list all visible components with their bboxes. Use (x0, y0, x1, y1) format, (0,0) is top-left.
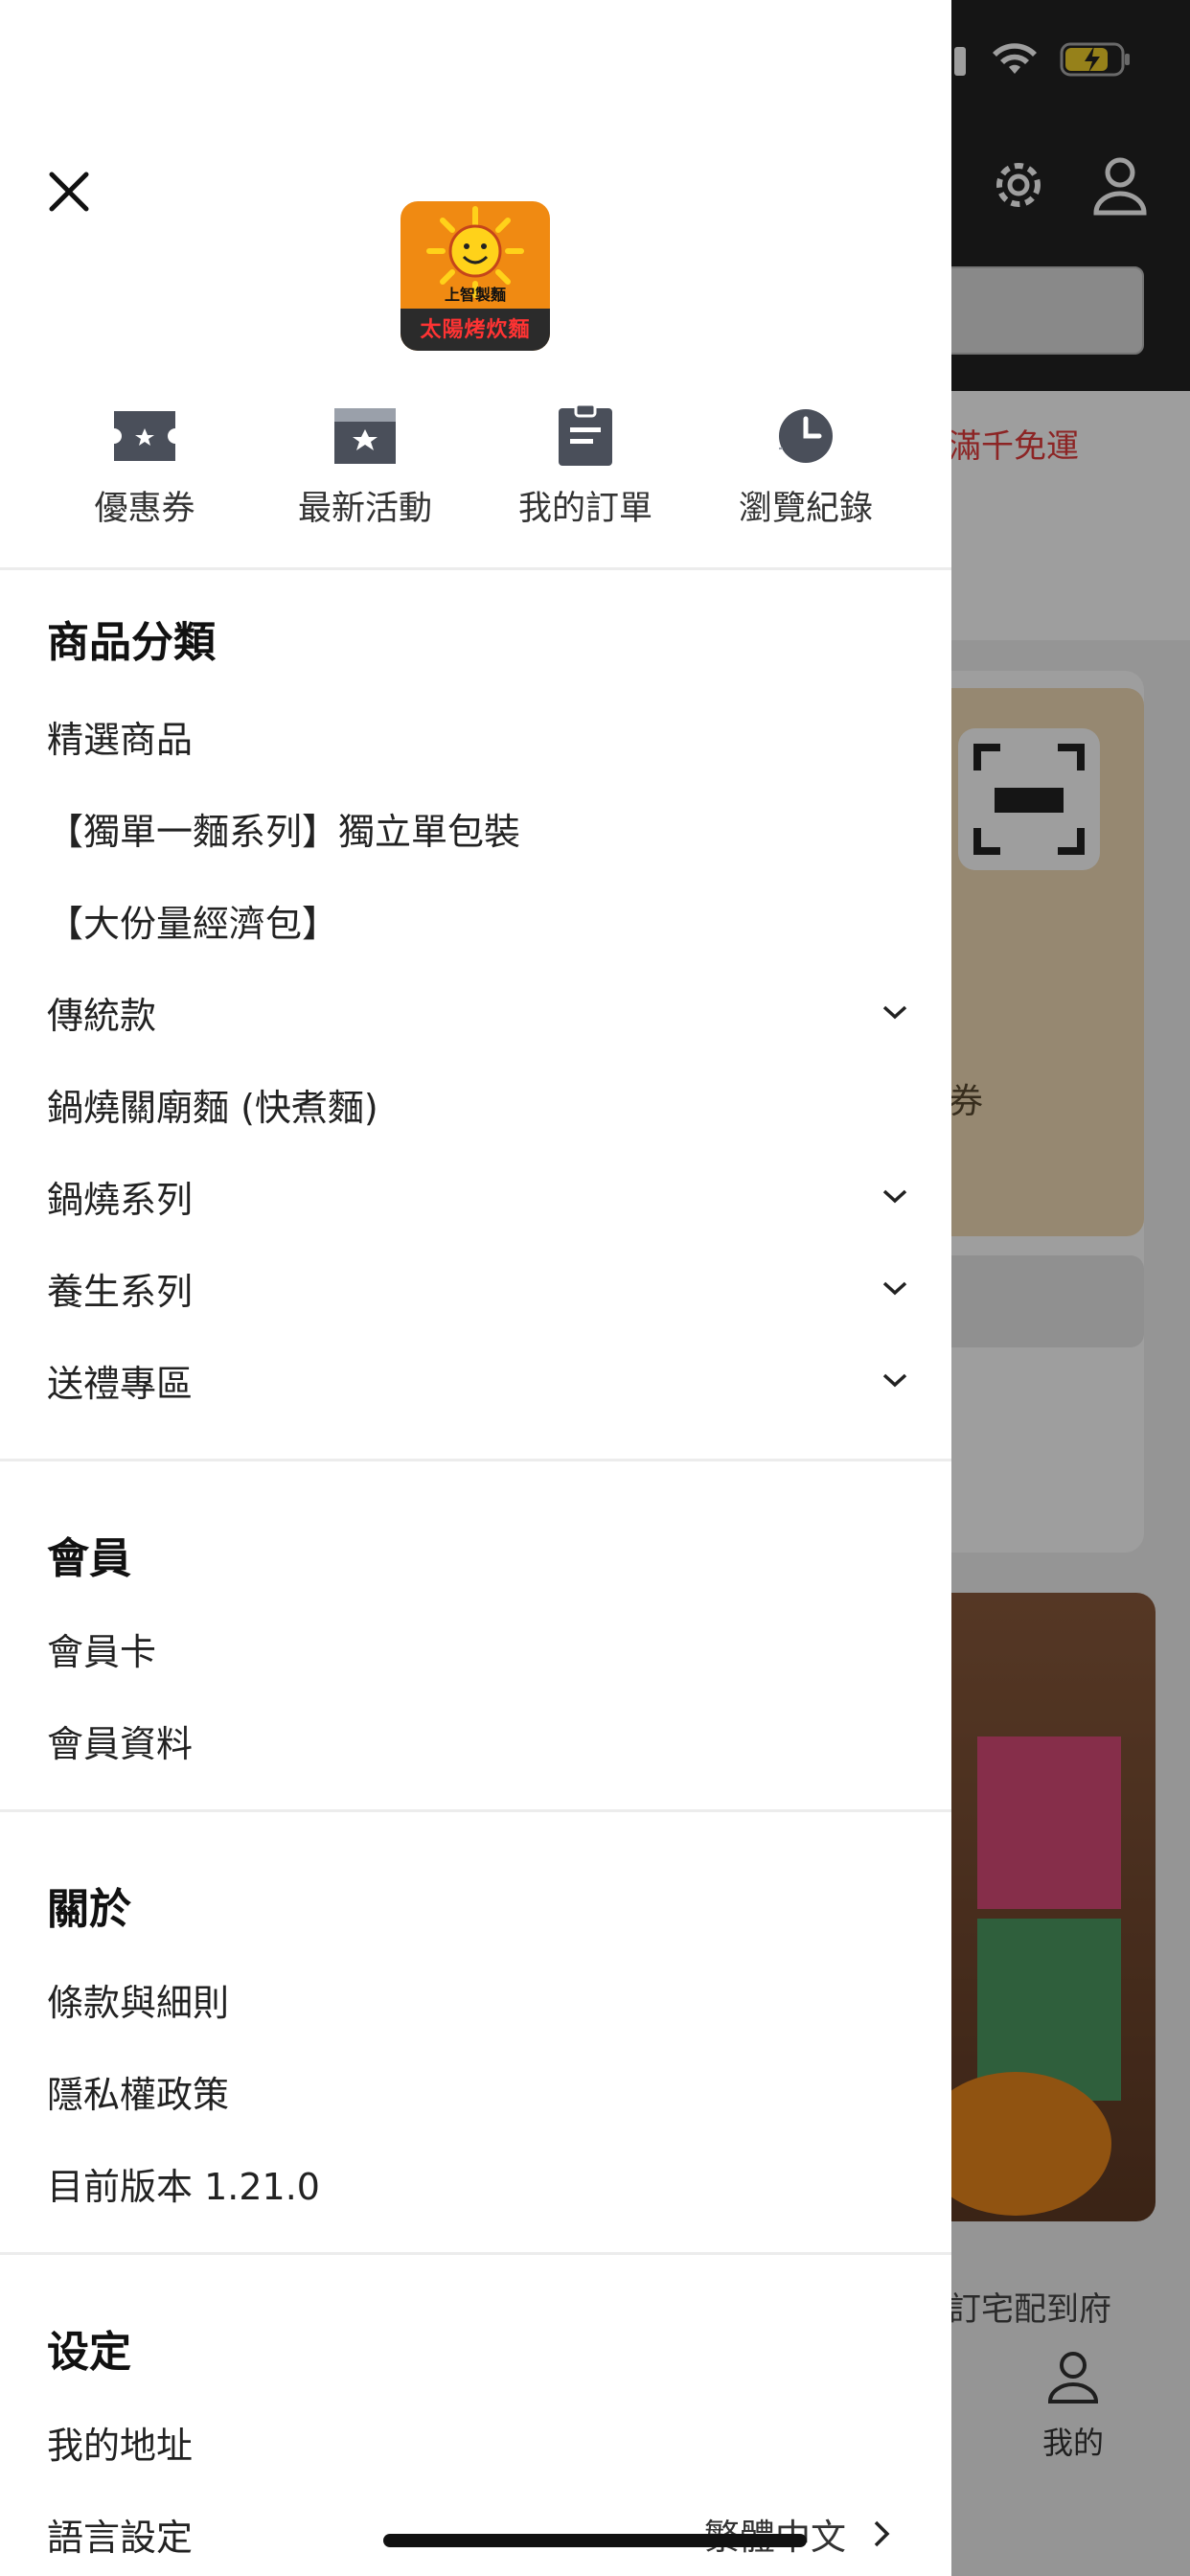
chevron-right-icon (874, 2520, 890, 2547)
quick-action-orders[interactable]: 我的訂單 (475, 402, 696, 537)
menu-item-member-card[interactable]: 會員卡 (0, 1602, 951, 1694)
chevron-down-icon (882, 1005, 907, 1020)
divider (0, 1809, 951, 1812)
quick-action-label: 最新活動 (297, 490, 432, 528)
quick-action-label: 我的訂單 (517, 490, 652, 528)
menu-item-pot-series[interactable]: 鍋燒系列 (0, 1150, 951, 1242)
quick-action-coupons[interactable]: 優惠券 (34, 402, 255, 537)
menu-item-label: 鍋燒系列 (47, 1178, 194, 1221)
menu-item-label: 【獨單一麵系列】獨立單包裝 (47, 810, 521, 853)
menu-item-label: 語言設定 (47, 2516, 194, 2559)
logo-top-text: 上智製麵 (444, 286, 506, 304)
logo-bottom-text: 太陽烤炊麵 (420, 318, 531, 342)
home-indicator[interactable] (383, 2534, 807, 2547)
quick-action-events[interactable]: 最新活動 (255, 402, 475, 537)
section-title-member: 會員 (47, 1534, 131, 1583)
menu-item-member-profile[interactable]: 會員資料 (0, 1694, 951, 1786)
menu-item-label: 精選商品 (47, 718, 194, 761)
divider (0, 1459, 951, 1461)
menu-item-label: 我的地址 (47, 2424, 194, 2467)
close-icon (49, 172, 89, 212)
menu-item-gift-zone[interactable]: 送禮專區 (0, 1334, 951, 1426)
star-tag-icon (332, 402, 399, 470)
menu-item-label: 【大份量經濟包】 (47, 902, 339, 945)
menu-item-single-pack[interactable]: 【獨單一麵系列】獨立單包裝 (0, 782, 951, 874)
menu-item-label: 鍋燒關廟麵 (快煮麵) (47, 1086, 378, 1129)
divider (0, 2252, 951, 2255)
section-title-settings: 设定 (47, 2328, 131, 2377)
brand-logo: 上智製麵 太陽烤炊麵 (400, 201, 550, 351)
menu-item-privacy[interactable]: 隱私權政策 (0, 2045, 951, 2137)
menu-item-label: 隱私權政策 (47, 2073, 230, 2116)
quick-action-history[interactable]: 瀏覽紀錄 (696, 402, 916, 537)
menu-item-terms[interactable]: 條款與細則 (0, 1953, 951, 2045)
chevron-down-icon (882, 1281, 907, 1296)
menu-item-economy-pack[interactable]: 【大份量經濟包】 (0, 874, 951, 966)
menu-item-my-address[interactable]: 我的地址 (0, 2396, 951, 2488)
ticket-icon (111, 402, 178, 470)
menu-item-version: 目前版本 1.21.0 (0, 2137, 951, 2229)
chevron-down-icon (882, 1189, 907, 1204)
menu-item-label: 會員卡 (47, 1630, 157, 1673)
menu-item-label: 送禮專區 (47, 1362, 194, 1405)
clock-icon (772, 402, 839, 470)
quick-actions: 優惠券 最新活動 我的訂單 瀏覽紀錄 (0, 402, 951, 537)
version-label: 目前版本 1.21.0 (47, 2165, 320, 2208)
divider (0, 567, 951, 570)
chevron-down-icon (882, 1373, 907, 1388)
menu-item-label: 條款與細則 (47, 1981, 230, 2024)
side-drawer: 上智製麵 太陽烤炊麵 優惠券 最新活動 我的訂單 瀏覽紀錄 商品分類 精選商品 … (0, 0, 951, 2576)
menu-item-featured[interactable]: 精選商品 (0, 690, 951, 782)
section-title-about: 關於 (47, 1885, 131, 1934)
menu-item-label: 會員資料 (47, 1722, 194, 1765)
quick-action-label: 優惠券 (94, 490, 195, 528)
menu-item-language[interactable]: 語言設定 繁體中文 (0, 2488, 951, 2576)
clipboard-icon (552, 402, 619, 470)
close-button[interactable] (42, 165, 96, 218)
quick-action-label: 瀏覽紀錄 (738, 490, 873, 528)
menu-item-guanmiao-noodles[interactable]: 鍋燒關廟麵 (快煮麵) (0, 1058, 951, 1150)
menu-item-traditional[interactable]: 傳統款 (0, 966, 951, 1058)
menu-item-label: 傳統款 (47, 994, 157, 1037)
menu-item-health-series[interactable]: 養生系列 (0, 1242, 951, 1334)
section-title-categories: 商品分類 (47, 618, 216, 667)
menu-item-label: 養生系列 (47, 1270, 194, 1313)
